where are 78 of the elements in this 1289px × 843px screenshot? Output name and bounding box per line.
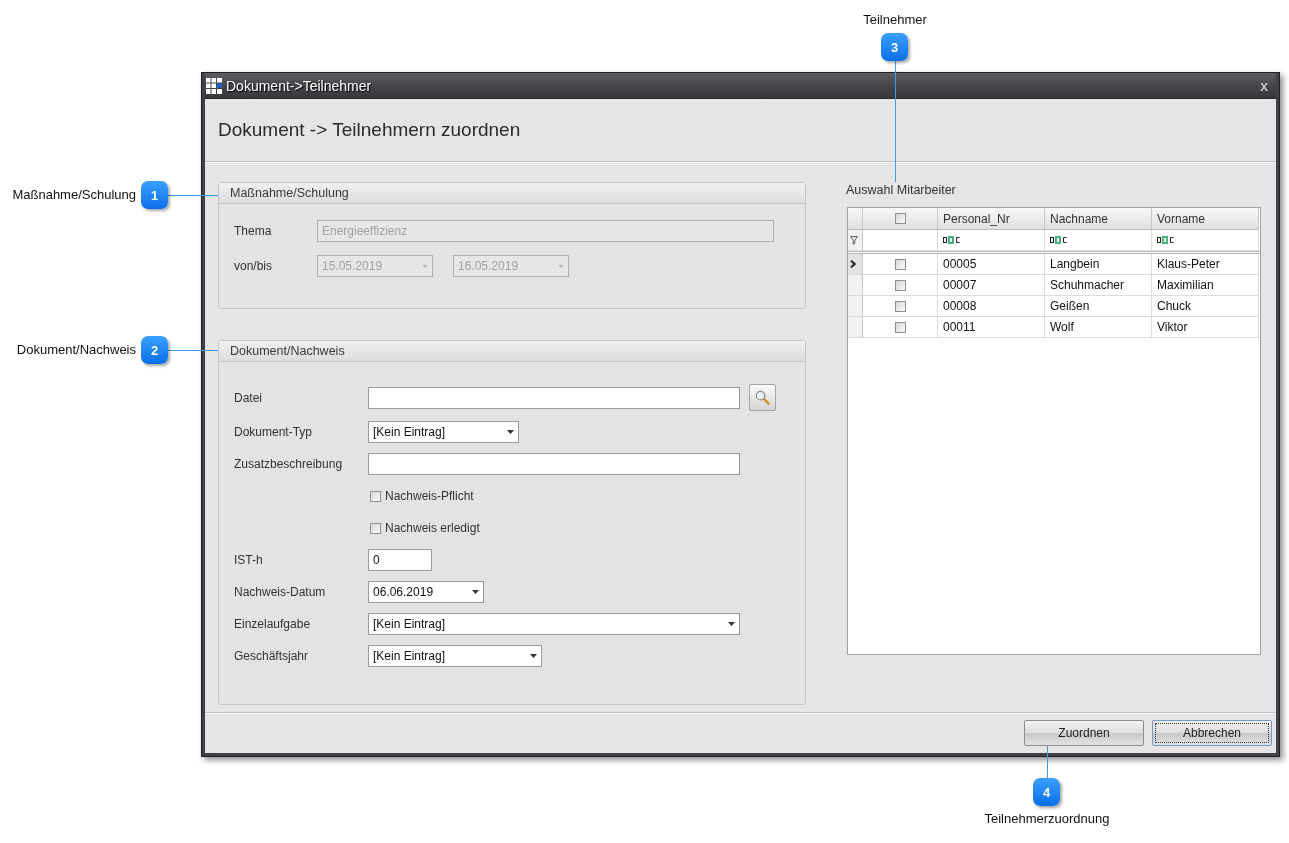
text-filter-icon: [943, 236, 961, 244]
callout-label: Dokument/Nachweis: [16, 342, 136, 358]
checkbox-label[interactable]: Nachweis erledigt: [385, 521, 480, 535]
checkbox-label[interactable]: Nachweis-Pflicht: [385, 489, 474, 503]
caret-icon: [530, 654, 537, 658]
field-label: Datei: [234, 390, 263, 405]
dropdown[interactable]: [Kein Eintrag]: [368, 645, 542, 667]
caret-icon: [558, 264, 564, 268]
callout-number: 2: [141, 336, 168, 364]
browse-button[interactable]: [749, 384, 776, 411]
dialog-button[interactable]: Zuordnen: [1024, 720, 1144, 746]
filter-field[interactable]: [938, 230, 1045, 251]
callout-label: Teilnehmer: [863, 12, 927, 28]
caret-icon: [728, 622, 735, 626]
callout-label: Maßnahme/Schulung: [12, 187, 136, 203]
table-cell: Maximilian: [1152, 275, 1259, 296]
table-cell: Chuck: [1152, 296, 1259, 317]
row-checkbox[interactable]: [894, 279, 906, 291]
table-cell: Wolf: [1045, 317, 1152, 338]
callout-number: 1: [141, 181, 168, 209]
filter-field[interactable]: [1152, 230, 1259, 251]
column-header[interactable]: Personal_Nr: [938, 208, 1045, 230]
table-cell: 00011: [938, 317, 1045, 338]
callout-number: 3: [881, 33, 908, 61]
text-filter-icon: [1050, 236, 1068, 244]
dialog-button[interactable]: Abbrechen: [1152, 720, 1272, 746]
row-indicator[interactable]: [848, 254, 863, 275]
filter-icon: [850, 235, 858, 245]
dropdown[interactable]: 06.06.2019: [368, 581, 484, 603]
window-title: Dokument->Teilnehmer: [226, 77, 372, 94]
chevron-icon: [850, 260, 856, 268]
callout-line: [168, 195, 218, 196]
filter-field[interactable]: [863, 230, 938, 251]
group-title: Maßnahme/Schulung: [219, 183, 805, 204]
dropdown[interactable]: [Kein Eintrag]: [368, 613, 740, 635]
column-header[interactable]: Nachname: [1045, 208, 1152, 230]
dialog-heading: Dokument -> Teilnehmern zuordnen: [218, 119, 521, 141]
text-field[interactable]: [368, 453, 740, 475]
file-path-field[interactable]: [368, 386, 740, 409]
checkbox[interactable]: [370, 490, 381, 502]
search-icon: [755, 390, 770, 405]
table-cell: Viktor: [1152, 317, 1259, 338]
callout-label: Teilnehmerzuordnung: [984, 811, 1110, 827]
field-label: von/bis: [234, 259, 274, 273]
field-label: Dokument-Typ: [234, 425, 314, 439]
grid-label: Auswahl Mitarbeiter: [846, 183, 957, 198]
row-checkbox[interactable]: [894, 258, 906, 270]
table-cell: Schuhmacher: [1045, 275, 1152, 296]
field-label: IST-h: [234, 553, 264, 567]
callout-line: [168, 350, 218, 351]
grid-icon: [206, 77, 222, 94]
field-label: Geschäftsjahr: [234, 649, 310, 663]
caret-icon: [472, 590, 479, 594]
checkbox[interactable]: [370, 522, 381, 534]
select-all-checkbox[interactable]: [894, 213, 906, 224]
field-label: Thema: [234, 224, 273, 238]
text-field[interactable]: 0: [368, 549, 432, 571]
callout-line: [1047, 746, 1048, 778]
text-filter-icon: [1157, 236, 1175, 244]
table-cell: 00008: [938, 296, 1045, 317]
field-label: Nachweis-Datum: [234, 585, 327, 599]
field-label: Zusatzbeschreibung: [234, 457, 344, 471]
table-cell: 00007: [938, 275, 1045, 296]
table-cell: Geißen: [1045, 296, 1152, 317]
field-label: Einzelaufgabe: [234, 617, 312, 631]
row-checkbox[interactable]: [894, 300, 906, 312]
caret-icon: [422, 264, 428, 268]
group-title: Dokument/Nachweis: [219, 341, 805, 362]
table-cell: Klaus-Peter: [1152, 254, 1259, 275]
table-cell: 00005: [938, 254, 1045, 275]
filter-field[interactable]: [1045, 230, 1152, 251]
dropdown[interactable]: [Kein Eintrag]: [368, 421, 519, 443]
close-button[interactable]: x: [1258, 77, 1270, 94]
callout-number: 4: [1033, 778, 1060, 806]
table-cell: Langbein: [1045, 254, 1152, 275]
column-header[interactable]: Vorname: [1152, 208, 1259, 230]
row-checkbox[interactable]: [894, 321, 906, 333]
caret-icon: [507, 430, 514, 434]
